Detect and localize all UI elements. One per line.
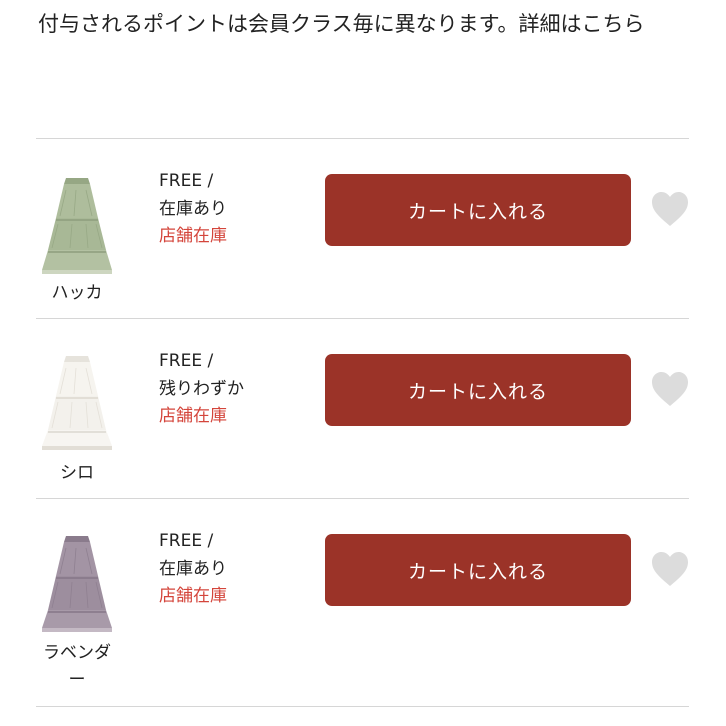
stock-status: 残りわずか xyxy=(159,378,244,399)
divider xyxy=(36,706,689,707)
add-to-cart-button[interactable]: カートに入れる xyxy=(325,354,631,426)
skirt-image xyxy=(42,536,112,632)
size-label: FREE / xyxy=(159,171,214,191)
variant-row-lavender: ラベンダー FREE / 在庫あり 店舗在庫 カートに入れる xyxy=(36,500,690,690)
skirt-image xyxy=(42,356,112,450)
heart-icon[interactable] xyxy=(650,550,690,588)
product-thumbnail[interactable] xyxy=(36,530,118,638)
stock-status: 在庫あり xyxy=(159,198,227,219)
variant-row-shiro: シロ FREE / 残りわずか 店舗在庫 カートに入れる xyxy=(36,320,689,498)
divider xyxy=(36,138,689,139)
variant-info: FREE / 在庫あり 店舗在庫 xyxy=(159,528,227,611)
product-thumbnail[interactable] xyxy=(36,170,118,278)
store-stock-link[interactable]: 店舗在庫 xyxy=(159,403,244,431)
store-stock-link[interactable]: 店舗在庫 xyxy=(159,583,227,611)
skirt-image xyxy=(42,178,112,274)
stock-status: 在庫あり xyxy=(159,558,227,579)
heart-icon[interactable] xyxy=(650,190,690,228)
point-notice-text: 付与されるポイントは会員クラス毎に異なります。詳細はこちら xyxy=(38,12,645,36)
product-variant-page: 付与されるポイントは会員クラス毎に異なります。詳細はこちら ハッカ FREE /… xyxy=(0,0,726,726)
divider xyxy=(36,498,689,499)
size-label: FREE / xyxy=(159,351,214,371)
size-label: FREE / xyxy=(159,531,214,551)
divider xyxy=(36,318,689,319)
variant-info: FREE / 在庫あり 店舗在庫 xyxy=(159,168,227,251)
add-to-cart-button[interactable]: カートに入れる xyxy=(325,534,631,606)
variant-info: FREE / 残りわずか 店舗在庫 xyxy=(159,348,244,431)
color-name: ハッカ xyxy=(51,283,103,303)
heart-icon[interactable] xyxy=(650,370,690,408)
product-thumbnail[interactable] xyxy=(36,350,118,458)
store-stock-link[interactable]: 店舗在庫 xyxy=(159,223,227,251)
color-name: ラベンダー xyxy=(43,643,111,690)
add-to-cart-button[interactable]: カートに入れる xyxy=(325,174,631,246)
color-name: シロ xyxy=(60,463,94,483)
variant-row-hakka: ハッカ FREE / 在庫あり 店舗在庫 カートに入れる xyxy=(36,140,689,318)
